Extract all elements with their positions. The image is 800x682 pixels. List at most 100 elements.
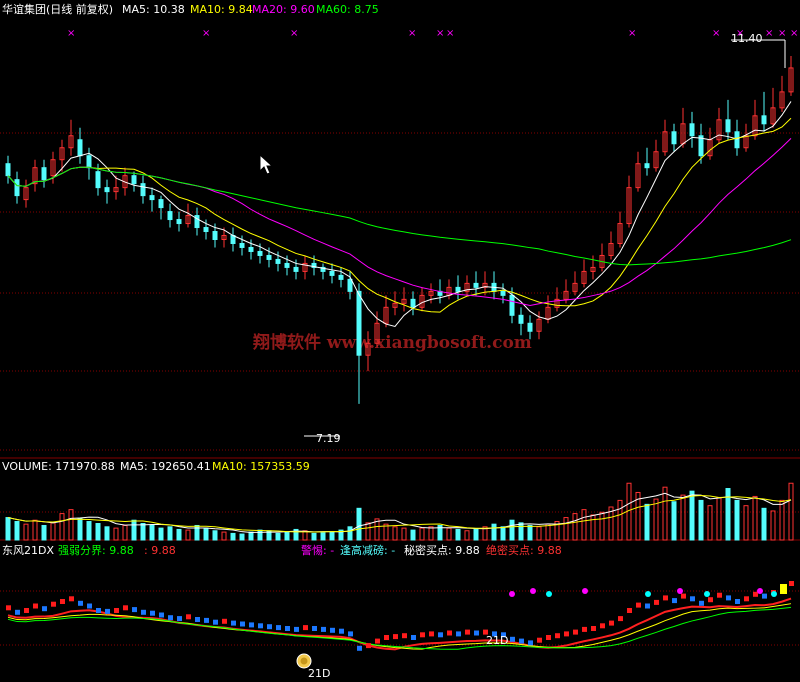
- volume-bar: [95, 523, 101, 541]
- stock-chart: 华谊集团(日线 前复权) MA5: 10.38 MA10: 9.84 MA20:…: [0, 0, 800, 682]
- indicator-bar: [375, 638, 380, 644]
- candle-body: [761, 115, 767, 125]
- candle-body: [284, 262, 290, 268]
- indicator-bar: [222, 618, 227, 624]
- indicator-dot: [757, 588, 763, 594]
- volume-bar: [518, 522, 524, 541]
- indicator-bar: [105, 608, 110, 614]
- candle-body: [167, 211, 173, 221]
- indicator-bar: [690, 596, 695, 602]
- candle-body: [86, 155, 92, 169]
- candle-body: [671, 131, 677, 145]
- candle-body: [644, 163, 650, 169]
- candle-body: [149, 195, 155, 201]
- candle-body: [689, 123, 695, 137]
- indicator-bar: [447, 630, 452, 636]
- indicator-bar: [330, 627, 335, 633]
- volume-bar: [158, 527, 164, 541]
- candle-body: [257, 250, 263, 256]
- strength-label: 强弱分界: 9.88: [58, 544, 134, 557]
- indicator-bar: [186, 614, 191, 620]
- indicator-bar: [582, 626, 587, 632]
- indicator-annotation: 21D: [486, 634, 508, 647]
- volume-ma10-label: MA10: 157353.59: [212, 460, 310, 473]
- signal-marker: ×: [765, 28, 773, 39]
- high-reduce-label: 逢高减磅: -: [340, 543, 395, 557]
- volume-bar: [284, 531, 290, 541]
- indicator-bar: [348, 631, 353, 637]
- indicator-bar: [438, 632, 443, 638]
- indicator-dot: [530, 588, 536, 594]
- volume-ma5-label: MA5: 192650.41: [120, 460, 211, 473]
- indicator-bar: [456, 631, 461, 637]
- indicator-bar: [735, 599, 740, 604]
- strength-red-label: : 9.88: [144, 544, 176, 557]
- ma60-label: MA60: 8.75: [316, 3, 379, 16]
- absolute-buy-label: 绝密买点: 9.88: [486, 543, 562, 557]
- low-price-label: 7.19: [316, 432, 341, 445]
- indicator-bar: [555, 633, 560, 639]
- signal-marker: ×: [628, 28, 636, 39]
- indicator-bar: [366, 643, 371, 649]
- indicator-bar: [636, 602, 641, 608]
- indicator-dot: [509, 591, 515, 597]
- volume-bar: [239, 533, 245, 541]
- indicator-bar: [339, 628, 344, 634]
- volume-bar: [473, 528, 479, 541]
- indicator-bar: [132, 607, 137, 613]
- candle-body: [518, 314, 524, 324]
- indicator-bar: [96, 608, 101, 613]
- volume-bar: [509, 519, 515, 541]
- indicator-bar: [60, 599, 65, 604]
- volume-bar: [410, 529, 416, 541]
- candle-body: [131, 175, 137, 185]
- indicator-bar: [474, 630, 479, 636]
- candle-body: [266, 254, 272, 260]
- indicator-bar: [240, 621, 245, 627]
- volume-bar: [131, 519, 137, 541]
- indicator-title: 东风21DX: [2, 544, 54, 557]
- candle-body: [41, 167, 47, 181]
- indicator-dot: [677, 588, 683, 594]
- candle-body: [347, 278, 353, 292]
- indicator-bar: [789, 581, 794, 586]
- volume-bar: [698, 499, 704, 541]
- volume-bar: [167, 526, 173, 541]
- indicator-bar: [627, 608, 632, 613]
- indicator-highlight: [780, 584, 787, 594]
- indicator-bar: [249, 622, 254, 628]
- indicator-bar: [321, 626, 326, 632]
- volume-bar: [77, 517, 83, 541]
- volume-bar: [734, 499, 740, 541]
- coin-icon: [296, 653, 312, 669]
- indicator-dot: [704, 591, 710, 597]
- indicator-bar: [546, 635, 551, 640]
- indicator-bar: [609, 620, 614, 626]
- indicator-bar: [708, 597, 713, 603]
- indicator-bar: [753, 591, 758, 597]
- indicator-bar: [195, 617, 200, 622]
- indicator-bar: [24, 608, 29, 613]
- volume-bar: [689, 490, 695, 541]
- candle-body: [248, 246, 254, 252]
- signal-marker: ×: [202, 28, 210, 39]
- warning-label: 警惕: -: [301, 543, 334, 557]
- coin-inner: [300, 657, 308, 665]
- indicator-dot: [582, 588, 588, 594]
- indicator-bar: [168, 615, 173, 621]
- indicator-bar: [42, 606, 47, 612]
- candle-body: [230, 235, 236, 244]
- volume-bar: [41, 524, 47, 541]
- indicator-dot: [771, 591, 777, 597]
- candle-body: [203, 227, 209, 233]
- volume-label: VOLUME: 171970.88: [2, 460, 115, 473]
- indicator-bar: [762, 593, 767, 599]
- candle-body: [509, 294, 515, 316]
- indicator-bar: [429, 631, 434, 637]
- indicator-bar: [744, 596, 749, 602]
- indicator-bar: [114, 608, 119, 613]
- candle-body: [275, 258, 281, 264]
- indicator-bar: [150, 610, 155, 616]
- candle-body: [329, 270, 335, 276]
- indicator-bar: [87, 603, 92, 609]
